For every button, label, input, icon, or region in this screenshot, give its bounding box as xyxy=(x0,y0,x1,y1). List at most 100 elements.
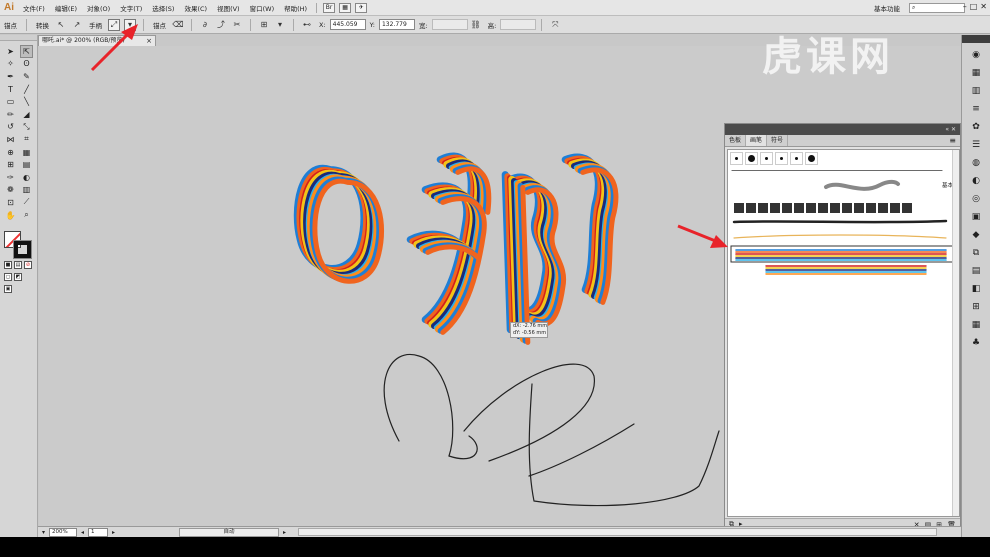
menu-edit[interactable]: 编辑(E) xyxy=(50,3,82,13)
gradient-icon[interactable]: ▤ xyxy=(14,261,22,269)
rotate-tool-icon[interactable]: ↺ xyxy=(4,121,17,134)
next-artboard-icon[interactable]: ▸ xyxy=(112,529,115,536)
width-field[interactable] xyxy=(431,19,468,30)
zoom-menu-icon[interactable]: ▾ xyxy=(42,529,45,536)
artboard-tool-icon[interactable]: ⊡ xyxy=(4,196,17,209)
remove-anchor-icon[interactable]: ⌫ xyxy=(172,19,184,31)
calligraphic-brush-swatch[interactable] xyxy=(790,152,803,165)
status-arrow-icon[interactable]: ▸ xyxy=(283,529,286,536)
dropdown-icon[interactable]: ▾ xyxy=(274,19,286,31)
eraser-tool-icon[interactable]: ◢ xyxy=(20,108,33,121)
transform-panel-icon[interactable]: ⊞ xyxy=(970,301,982,313)
status-menu[interactable]: 自动 xyxy=(179,527,280,537)
calligraphic-brush-swatch[interactable] xyxy=(805,152,818,165)
appearance-panel-icon[interactable]: ◎ xyxy=(970,193,982,205)
lasso-tool-icon[interactable]: ʘ xyxy=(20,58,33,71)
free-transform-tool-icon[interactable]: ⌗ xyxy=(20,133,33,146)
color-panel-icon[interactable]: ◉ xyxy=(970,49,982,61)
type-tool-icon[interactable]: T xyxy=(4,83,17,96)
eyedropper-tool-icon[interactable]: ✑ xyxy=(4,171,17,184)
collapse-icon[interactable]: « xyxy=(945,126,949,133)
tab-swatches[interactable]: 色板 xyxy=(725,135,747,146)
gpu-performance-icon[interactable]: ✈ xyxy=(355,2,368,13)
menu-view[interactable]: 视图(V) xyxy=(212,3,245,13)
magic-wand-tool-icon[interactable]: ✧ xyxy=(4,58,17,71)
panel-menu-icon[interactable]: ≡ xyxy=(949,136,956,145)
transparency-panel-icon[interactable]: ◐ xyxy=(970,175,982,187)
swatches-panel-icon[interactable]: ▥ xyxy=(970,85,982,97)
pathfinder-panel-icon[interactable]: ◧ xyxy=(970,283,982,295)
search-input[interactable]: ⌕ xyxy=(909,3,965,13)
calligraphic-brush-swatch[interactable] xyxy=(775,152,788,165)
scale-tool-icon[interactable]: ⤡ xyxy=(20,121,33,134)
menu-help[interactable]: 帮助(H) xyxy=(279,3,312,13)
graphic-styles-icon[interactable]: ▣ xyxy=(970,211,982,223)
curvature-tool-icon[interactable]: ✎ xyxy=(20,70,33,83)
menu-file[interactable]: 文件(F) xyxy=(18,3,50,13)
panel-header[interactable]: « ✕ xyxy=(725,124,960,135)
line-tool-icon[interactable]: ╱ xyxy=(20,83,33,96)
direct-selection-tool-icon[interactable]: ⇱ xyxy=(20,45,33,58)
artboard-number[interactable]: 1 xyxy=(88,527,109,537)
rectangle-tool-icon[interactable]: ▭ xyxy=(4,95,17,108)
layers-panel-icon[interactable]: ◆ xyxy=(970,229,982,241)
calligraphic-brush-swatch[interactable] xyxy=(730,152,743,165)
pencil-tool-icon[interactable]: ✏ xyxy=(4,108,17,121)
color-guide-icon[interactable]: ▦ xyxy=(970,67,982,79)
bridge-icon[interactable]: Br xyxy=(323,2,336,13)
clubs-icon[interactable]: ♣ xyxy=(970,337,982,349)
arrange-documents-icon[interactable]: ▦ xyxy=(339,2,352,13)
menu-select[interactable]: 选择(S) xyxy=(147,3,179,13)
shape-builder-tool-icon[interactable]: ⊕ xyxy=(4,146,17,159)
gradient-tool-icon[interactable]: ▤ xyxy=(20,158,33,171)
perspective-grid-tool-icon[interactable]: ▦ xyxy=(20,146,33,159)
menu-effect[interactable]: 效果(C) xyxy=(179,3,212,13)
dock-grip[interactable] xyxy=(962,35,990,43)
width-tool-icon[interactable]: ⋈ xyxy=(4,133,17,146)
stroke-swatch[interactable] xyxy=(13,240,32,259)
transform-icon[interactable]: ⤧ xyxy=(549,19,561,31)
close-icon[interactable]: ✕ xyxy=(980,2,987,11)
menu-object[interactable]: 对象(O) xyxy=(82,3,115,13)
zoom-tool-icon[interactable]: ⌕ xyxy=(20,209,33,222)
paintbrush-tool-icon[interactable]: ╲ xyxy=(20,95,33,108)
align-panel-icon[interactable]: ▤ xyxy=(970,265,982,277)
menu-window[interactable]: 窗口(W) xyxy=(245,3,280,13)
tab-symbols[interactable]: 符号 xyxy=(767,135,789,146)
scissors-icon[interactable]: ✂ xyxy=(231,19,243,31)
minimize-icon[interactable]: – xyxy=(963,2,967,11)
x-field[interactable]: 445.059 xyxy=(329,19,366,30)
height-field[interactable] xyxy=(500,19,537,30)
link-icon[interactable]: ⛓ xyxy=(470,19,482,31)
character-panel-icon[interactable]: ▦ xyxy=(970,319,982,331)
symbols-panel-icon[interactable]: ✿ xyxy=(970,121,982,133)
calligraphic-brush-swatch[interactable] xyxy=(760,152,773,165)
cut-path-icon[interactable]: ⤴ xyxy=(215,19,227,31)
prev-artboard-icon[interactable]: ◂ xyxy=(81,529,84,536)
calligraphic-brush-swatch[interactable] xyxy=(745,152,758,165)
symbol-sprayer-tool-icon[interactable]: ❁ xyxy=(4,184,17,197)
hand-tool-icon[interactable]: ✋ xyxy=(4,209,17,222)
y-field[interactable]: 132.779 xyxy=(378,19,415,30)
brushes-panel-icon[interactable]: ≡ xyxy=(970,103,982,115)
align-icon[interactable]: ⊷ xyxy=(301,19,313,31)
mesh-tool-icon[interactable]: ⊞ xyxy=(4,158,17,171)
maximize-icon[interactable]: □ xyxy=(970,2,978,11)
connect-endpoints-icon[interactable]: ∂ xyxy=(199,19,211,31)
panel-scrollbar[interactable] xyxy=(952,150,959,516)
close-icon[interactable]: ✕ xyxy=(951,126,956,133)
horizontal-scrollbar[interactable] xyxy=(298,528,937,536)
draw-behind-icon[interactable]: ◩ xyxy=(14,273,22,281)
color-icon[interactable]: ■ xyxy=(4,261,12,269)
pen-tool-icon[interactable]: ✒ xyxy=(4,70,17,83)
column-graph-tool-icon[interactable]: ▥ xyxy=(20,184,33,197)
blend-tool-icon[interactable]: ◐ xyxy=(20,171,33,184)
convert-corner-icon[interactable]: ↖ xyxy=(55,19,67,31)
screen-mode-icon[interactable]: ▣ xyxy=(4,285,12,293)
zoom-field[interactable]: 200% xyxy=(49,527,78,537)
artboards-panel-icon[interactable]: ⧉ xyxy=(970,247,982,259)
stroke-panel-icon[interactable]: ☰ xyxy=(970,139,982,151)
menu-type[interactable]: 文字(T) xyxy=(115,3,147,13)
convert-smooth-icon[interactable]: ↗ xyxy=(71,19,83,31)
isolate-icon[interactable]: ⊞ xyxy=(258,19,270,31)
